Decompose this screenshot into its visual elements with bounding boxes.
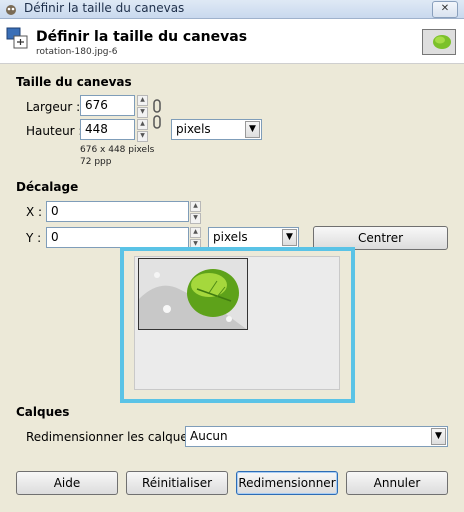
- dialog-title: Définir la taille du canevas: [36, 29, 248, 45]
- layers-section-label: Calques: [16, 405, 70, 419]
- chevron-down-icon: ▼: [282, 229, 297, 246]
- resize-layers-select[interactable]: Aucun ▼: [185, 426, 448, 447]
- width-label: Largeur :: [26, 100, 81, 114]
- x-offset-field[interactable]: 0: [46, 201, 189, 222]
- x-offset-spinner[interactable]: ▲ ▼: [190, 201, 201, 224]
- width-spinner[interactable]: ▲ ▼: [137, 95, 148, 118]
- canvas-size-icon: [6, 27, 28, 49]
- width-field[interactable]: 676: [80, 95, 135, 116]
- y-label: Y :: [26, 231, 42, 245]
- canvas-size-section-label: Taille du canevas: [16, 75, 132, 89]
- close-button[interactable]: ✕: [432, 1, 458, 18]
- canvas-size-info: 676 x 448 pixels: [80, 145, 155, 155]
- resize-layers-label: Redimensionner les calques :: [26, 430, 202, 444]
- chain-link-icon[interactable]: [152, 97, 162, 131]
- offset-unit-select[interactable]: pixels ▼: [208, 227, 299, 248]
- preview-image[interactable]: [138, 258, 248, 330]
- image-thumbnail: [422, 29, 456, 55]
- title-bar: Définir la taille du canevas ✕: [0, 0, 464, 19]
- height-label: Hauteur :: [26, 124, 83, 138]
- gimp-icon: [6, 5, 16, 15]
- height-field[interactable]: 448: [80, 119, 135, 140]
- image-name: rotation-180.jpg-6: [36, 47, 118, 57]
- x-label: X :: [26, 205, 43, 219]
- cancel-button[interactable]: Annuler: [346, 471, 448, 495]
- offset-section-label: Décalage: [16, 180, 79, 194]
- resolution-info: 72 ppp: [80, 157, 112, 167]
- reset-button[interactable]: Réinitialiser: [126, 471, 228, 495]
- chevron-down-icon: ▼: [431, 428, 446, 445]
- help-button[interactable]: Aide: [16, 471, 118, 495]
- y-offset-field[interactable]: 0: [46, 227, 189, 248]
- canvas-unit-select[interactable]: pixels ▼: [171, 119, 262, 140]
- resize-layers-value: Aucun: [190, 429, 228, 443]
- canvas-unit-value: pixels: [176, 122, 211, 136]
- chevron-down-icon: ▼: [245, 121, 260, 138]
- offset-unit-value: pixels: [213, 230, 248, 244]
- window-title: Définir la taille du canevas: [24, 1, 185, 15]
- resize-button[interactable]: Redimensionner: [236, 471, 338, 495]
- dialog-header: Définir la taille du canevas rotation-18…: [0, 19, 464, 64]
- y-offset-spinner[interactable]: ▲ ▼: [190, 227, 201, 250]
- height-spinner[interactable]: ▲ ▼: [137, 119, 148, 142]
